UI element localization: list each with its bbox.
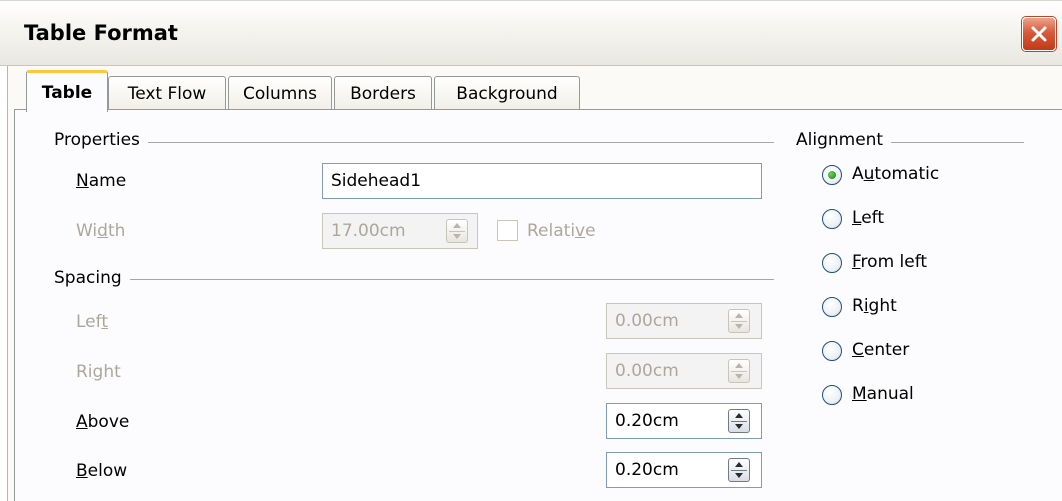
arrow-up-icon [735, 363, 743, 368]
tab-label: Background [456, 83, 558, 104]
arrow-up-icon [735, 413, 743, 418]
relative-label: Relative [527, 221, 596, 241]
spacing-below-label: Below [76, 461, 128, 481]
tab-borders[interactable]: Borders [334, 76, 432, 110]
arrow-down-icon [735, 374, 743, 379]
spacing-separator [54, 279, 774, 280]
relative-checkbox[interactable] [497, 220, 518, 241]
tab-table[interactable]: Table [26, 70, 108, 112]
spacing-left-label: Left [76, 312, 108, 332]
radio-left[interactable] [822, 209, 842, 229]
close-icon [1031, 26, 1047, 42]
spacing-above-label: Above [76, 412, 130, 432]
properties-group-label: Properties [54, 130, 148, 150]
arrow-up-icon [735, 462, 743, 467]
radio-center[interactable] [822, 341, 842, 361]
tab-columns[interactable]: Columns [228, 76, 332, 110]
arrow-down-icon [735, 324, 743, 329]
spacing-below-spin-button[interactable] [728, 458, 750, 482]
tab-background[interactable]: Background [434, 76, 580, 110]
alignment-group-label: Alignment [796, 130, 892, 150]
arrow-up-icon [735, 313, 743, 318]
automatic-label: Automatic [852, 164, 940, 184]
properties-separator [54, 142, 774, 143]
radio-right[interactable] [822, 297, 842, 317]
spacing-left-spin-button[interactable] [728, 309, 750, 333]
radio-manual[interactable] [822, 385, 842, 405]
arrow-down-icon [735, 473, 743, 478]
manual-label: Manual [852, 384, 914, 404]
tab-label: Columns [243, 83, 317, 104]
spacing-right-spin-button[interactable] [728, 359, 750, 383]
close-button[interactable] [1022, 17, 1056, 51]
window-title: Table Format [24, 21, 178, 45]
tab-text-flow[interactable]: Text Flow [108, 76, 226, 110]
title-bar: Table Format [0, 0, 1062, 66]
tab-label: Borders [350, 83, 416, 104]
from-left-label: From left [852, 252, 928, 272]
center-label: Center [852, 340, 910, 360]
arrow-up-icon [453, 223, 461, 228]
radio-from-left[interactable] [822, 253, 842, 273]
name-label: Name [76, 171, 127, 191]
spacing-right-label: Right [76, 362, 121, 382]
spacing-above-spin-button[interactable] [728, 409, 750, 433]
left-label: Left [852, 208, 884, 228]
width-label: Width [76, 221, 126, 241]
right-label: Right [852, 296, 897, 316]
width-spin-button[interactable] [446, 219, 468, 243]
radio-automatic[interactable] [822, 165, 842, 185]
window-frame-edge [0, 66, 8, 501]
tab-label: Text Flow [127, 83, 207, 104]
spacing-group-label: Spacing [54, 268, 130, 288]
tab-label: Table [41, 82, 93, 103]
name-input[interactable]: Sidehead1 [322, 163, 762, 199]
table-format-dialog: Table Format Text Flow Columns Borders B… [0, 0, 1062, 501]
arrow-down-icon [735, 424, 743, 429]
arrow-down-icon [453, 234, 461, 239]
